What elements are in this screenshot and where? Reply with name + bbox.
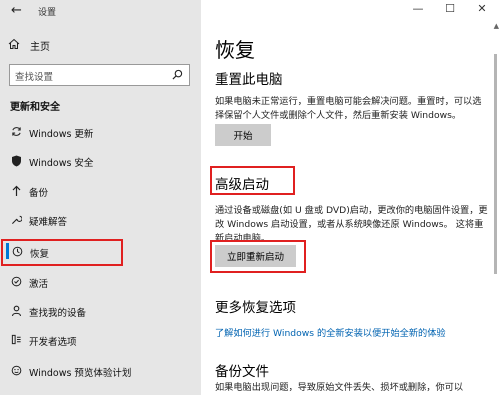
back-arrow-icon[interactable]: ← (11, 3, 22, 18)
sidebar-item-label: 备份 (29, 188, 49, 199)
sidebar-item-developer-options[interactable]: 开发者选项 (0, 329, 201, 353)
page-title: 恢复 (215, 38, 255, 62)
title-bar: ← 设置 (0, 0, 201, 22)
sidebar: ← 设置 主页 更新和安全 Windows 更新 Windows 安全 备份 (0, 0, 201, 395)
sidebar-item-label: 查找我的设备 (29, 308, 87, 319)
activation-check-icon (9, 276, 23, 290)
sidebar-item-windows-insider[interactable]: Windows 预览体验计划 (0, 360, 201, 384)
reset-heading: 重置此电脑 (215, 72, 283, 88)
shield-icon (9, 155, 23, 170)
section-title: 更新和安全 (10, 102, 60, 113)
reset-start-button[interactable]: 开始 (215, 124, 271, 146)
window-title: 设置 (38, 8, 57, 18)
scroll-up-icon[interactable]: ▲ (494, 22, 499, 30)
minimize-button[interactable]: — (403, 2, 433, 15)
sidebar-item-label: 恢复 (30, 248, 50, 260)
search-icon[interactable] (172, 69, 183, 80)
sidebar-item-backup[interactable]: 备份 (0, 180, 201, 204)
main-content: — ☐ ✕ ▲ 恢复 重置此电脑 如果电脑未正常运行，重置电脑可能会解决问题。重… (201, 0, 500, 395)
sidebar-item-find-my-device[interactable]: 查找我的设备 (0, 300, 201, 324)
close-button[interactable]: ✕ (467, 2, 497, 15)
restart-now-button[interactable]: 立即重新启动 (215, 245, 296, 267)
sidebar-item-troubleshoot[interactable]: 疑难解答 (0, 209, 201, 233)
developer-tools-icon (9, 334, 23, 348)
sidebar-item-label: Windows 预览体验计划 (29, 368, 132, 379)
scrollbar-thumb[interactable] (494, 54, 497, 274)
sidebar-home[interactable]: 主页 (8, 36, 188, 54)
advanced-startup-heading: 高级启动 (215, 177, 269, 193)
history-icon (10, 246, 24, 260)
backup-arrow-icon (9, 185, 23, 200)
search-input[interactable] (10, 67, 160, 88)
wrench-icon (9, 214, 23, 228)
sidebar-item-label: 疑难解答 (29, 217, 68, 228)
sidebar-item-windows-security[interactable]: Windows 安全 (0, 150, 201, 174)
backup-files-heading: 备份文件 (215, 364, 269, 380)
more-recovery-heading: 更多恢复选项 (215, 300, 296, 316)
home-icon (8, 38, 26, 53)
clean-install-link[interactable]: 了解如何进行 Windows 的全新安装以便开始全新的体验 (215, 325, 446, 339)
reset-description: 如果电脑未正常运行，重置电脑可能会解决问题。重置时，可以选择保留个人文件或删除个… (215, 96, 482, 121)
person-locate-icon (9, 305, 23, 320)
sidebar-item-label: Windows 安全 (29, 158, 94, 169)
search-box[interactable] (9, 64, 190, 88)
sidebar-item-label: 激活 (29, 279, 49, 290)
sidebar-item-windows-update[interactable]: Windows 更新 (0, 121, 201, 145)
backup-files-description: 如果电脑出现问题，导致原始文件丢失、损坏或删除，你可以 (215, 382, 464, 393)
insider-face-icon (9, 365, 23, 379)
sync-icon (9, 126, 23, 140)
sidebar-item-label: 开发者选项 (29, 337, 77, 348)
maximize-button[interactable]: ☐ (435, 2, 465, 15)
selection-indicator (6, 243, 9, 259)
sidebar-item-activation[interactable]: 激活 (0, 271, 201, 295)
sidebar-item-label: Windows 更新 (29, 129, 94, 140)
home-label: 主页 (30, 41, 50, 53)
sidebar-item-recovery[interactable]: 恢复 (1, 239, 123, 266)
